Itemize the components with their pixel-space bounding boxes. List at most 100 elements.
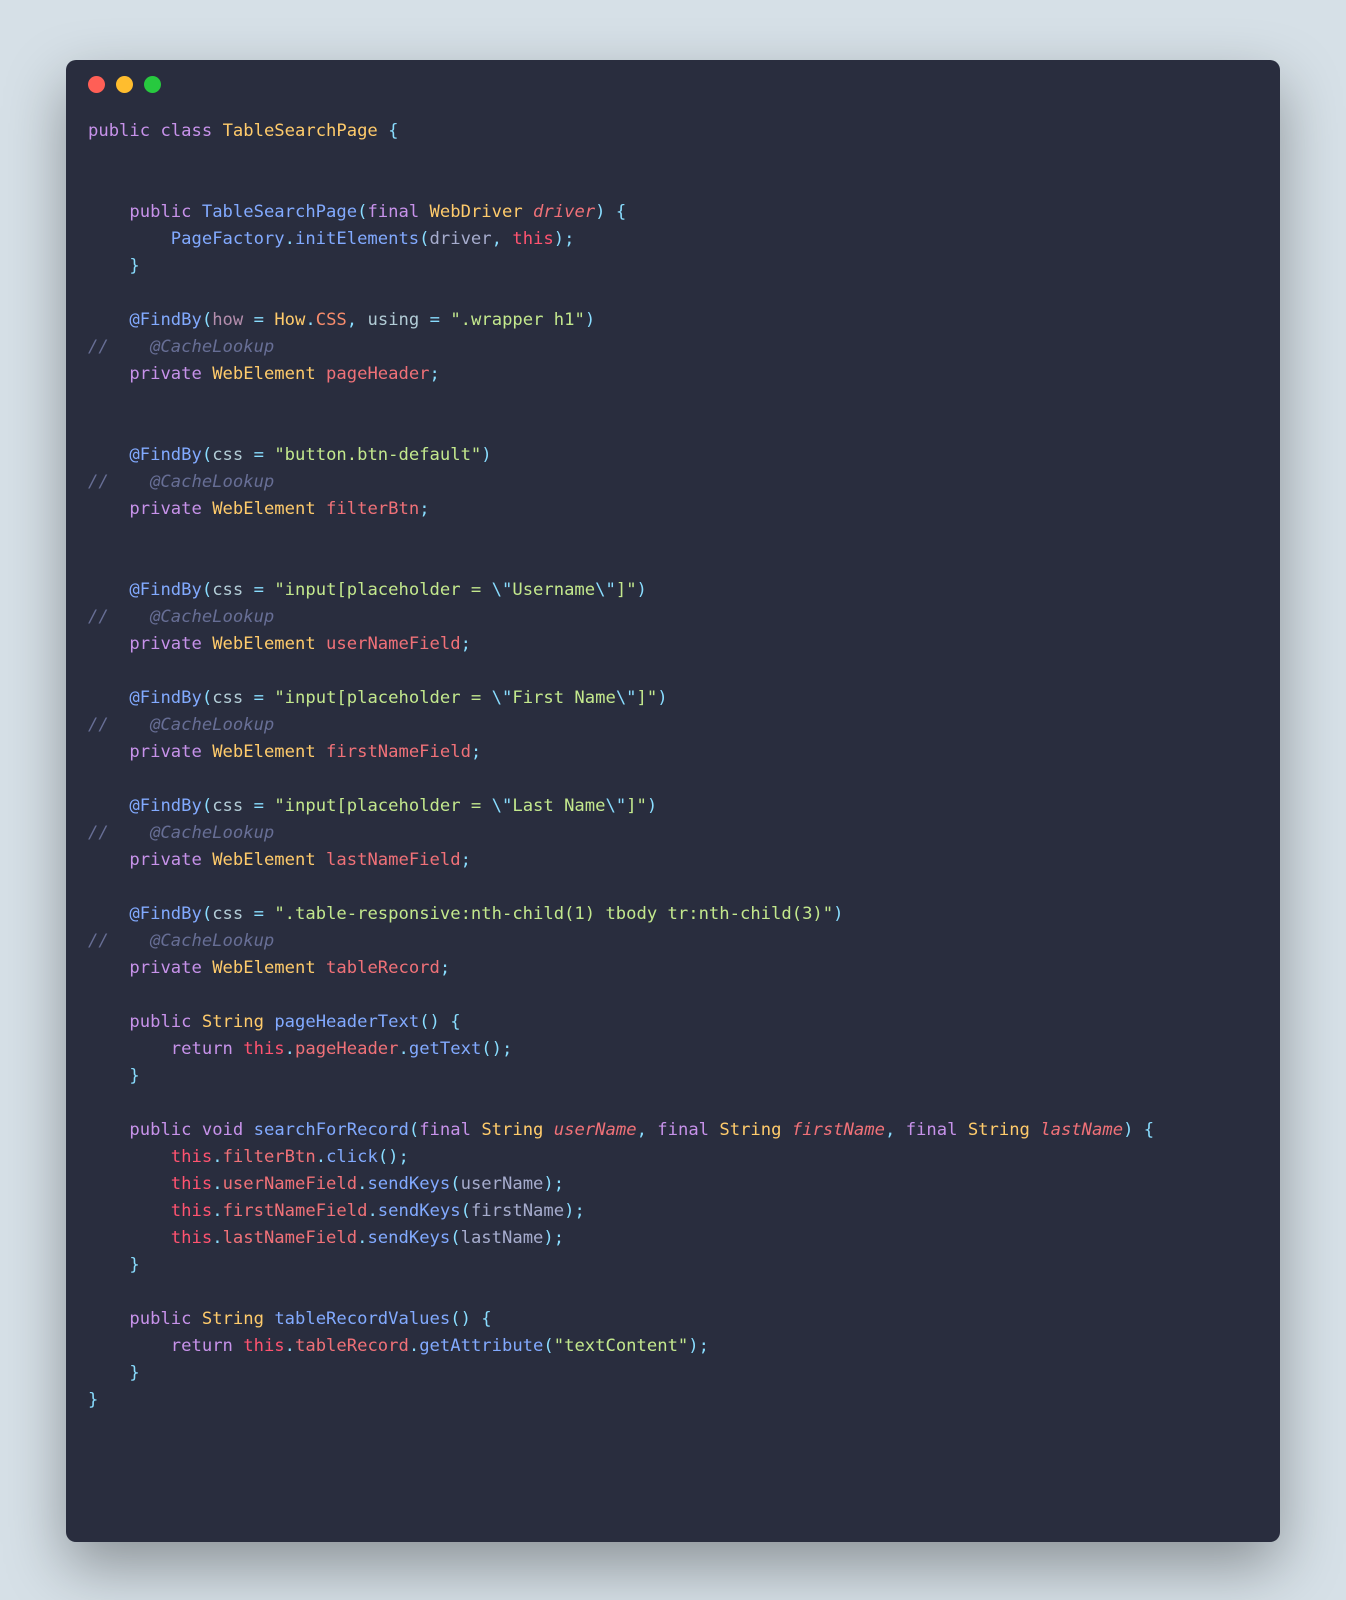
token-op: ): [564, 1201, 574, 1221]
token-plain: userName: [461, 1174, 544, 1194]
token-op: ): [647, 796, 657, 816]
token-type: WebElement: [212, 499, 315, 519]
token-plain: [264, 1309, 274, 1329]
token-name: searchForRecord: [254, 1120, 409, 1140]
token-this: this: [243, 1039, 284, 1059]
token-plain: [88, 1363, 129, 1383]
token-op: .: [409, 1336, 419, 1356]
token-op: .: [305, 310, 315, 330]
token-cmt: // @CacheLookup: [88, 472, 274, 492]
token-op: }: [129, 1066, 139, 1086]
token-kw: void: [202, 1120, 243, 1140]
token-kw: public: [88, 121, 150, 141]
token-css: css: [212, 580, 243, 600]
token-op: ;: [554, 1228, 564, 1248]
token-this: this: [171, 1228, 212, 1248]
close-icon[interactable]: [88, 76, 105, 93]
token-plain: [192, 202, 202, 222]
token-op: ;: [502, 1039, 512, 1059]
token-plain: [202, 850, 212, 870]
token-css: css: [212, 904, 243, 924]
token-kw: private: [129, 634, 201, 654]
token-op: ;: [461, 850, 471, 870]
token-plain: [419, 310, 429, 330]
token-kw: private: [129, 499, 201, 519]
token-op: .: [212, 1201, 222, 1221]
token-type: WebElement: [212, 364, 315, 384]
token-param: driver: [533, 202, 595, 222]
window-titlebar: [66, 60, 1280, 108]
token-field: filterBtn: [223, 1147, 316, 1167]
token-plain: [202, 634, 212, 654]
token-op: .: [399, 1039, 409, 1059]
token-plain: [243, 796, 253, 816]
token-op: ;: [430, 364, 440, 384]
token-cmt: // @CacheLookup: [88, 931, 274, 951]
token-op: .: [212, 1174, 222, 1194]
token-kw: public: [129, 1309, 191, 1329]
token-plain: [88, 850, 129, 870]
token-kw: final: [657, 1120, 709, 1140]
token-kw: class: [160, 121, 212, 141]
token-field: tableRecord: [326, 958, 440, 978]
token-field: filterBtn: [326, 499, 419, 519]
token-cmt: // @CacheLookup: [88, 823, 274, 843]
token-kw: return: [171, 1336, 233, 1356]
token-plain: [243, 1120, 253, 1140]
token-plain: [316, 742, 326, 762]
token-plain: [264, 580, 274, 600]
token-op: .: [316, 1147, 326, 1167]
token-plain: [316, 850, 326, 870]
token-op: ;: [471, 742, 481, 762]
token-type: String: [481, 1120, 543, 1140]
token-str: ]": [616, 580, 637, 600]
token-name: getText: [409, 1039, 481, 1059]
token-op: ): [1123, 1120, 1133, 1140]
token-kw: public: [129, 202, 191, 222]
token-op: }: [129, 256, 139, 276]
token-type: How: [274, 310, 305, 330]
token-op: (: [202, 796, 212, 816]
token-cmt: // @CacheLookup: [88, 607, 274, 627]
token-plain: [88, 1228, 171, 1248]
token-plain: [88, 364, 129, 384]
token-plain: [202, 499, 212, 519]
token-plain: [88, 1336, 171, 1356]
zoom-icon[interactable]: [144, 76, 161, 93]
token-name: getAttribute: [419, 1336, 543, 1356]
token-name: click: [326, 1147, 378, 1167]
token-plain: [88, 256, 129, 276]
token-plain: [243, 688, 253, 708]
token-op: .: [285, 1039, 295, 1059]
token-op: ;: [699, 1336, 709, 1356]
token-name: sendKeys: [367, 1228, 450, 1248]
token-kw: public: [129, 1012, 191, 1032]
token-plain: driver: [430, 229, 492, 249]
token-field: userNameField: [223, 1174, 358, 1194]
token-param: lastName: [1040, 1120, 1123, 1140]
token-op: (: [202, 904, 212, 924]
token-op: .: [285, 229, 295, 249]
token-plain: [150, 121, 160, 141]
token-op: }: [129, 1363, 139, 1383]
token-param: firstName: [792, 1120, 885, 1140]
token-plain: [419, 202, 429, 222]
token-op: .: [285, 1336, 295, 1356]
token-this: this: [512, 229, 553, 249]
token-plain: [88, 1066, 129, 1086]
token-op: .: [212, 1228, 222, 1248]
minimize-icon[interactable]: [116, 76, 133, 93]
token-op: =: [254, 310, 264, 330]
token-str: "button.btn-default": [274, 445, 481, 465]
token-cmt: // @CacheLookup: [88, 337, 274, 357]
token-op: ;: [419, 499, 429, 519]
token-op: (): [450, 1309, 471, 1329]
token-op: (: [543, 1336, 553, 1356]
token-op: ): [595, 202, 605, 222]
token-type: WebDriver: [430, 202, 523, 222]
token-plain: [523, 202, 533, 222]
token-plain: [440, 1012, 450, 1032]
token-plain: [233, 1336, 243, 1356]
token-plain: [192, 1120, 202, 1140]
token-op: =: [254, 688, 264, 708]
